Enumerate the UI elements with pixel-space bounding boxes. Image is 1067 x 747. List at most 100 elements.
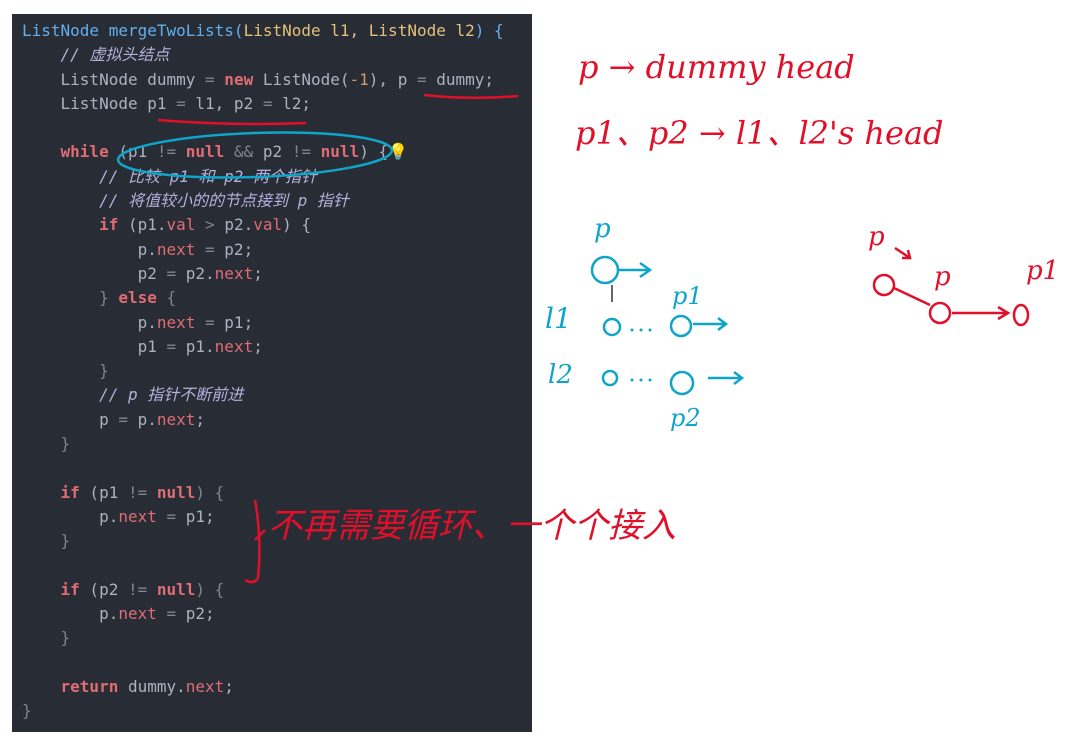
code-token: l1, p2 <box>185 93 263 113</box>
code-token: ) { <box>282 215 312 235</box>
code-token: (p1. <box>118 215 167 235</box>
code-token: } <box>22 628 71 648</box>
code-token: next <box>156 409 196 429</box>
code-token: val <box>253 215 283 235</box>
code-token: } <box>22 434 71 454</box>
code-token: if <box>22 579 80 599</box>
code-line: p.next = p2; <box>22 238 504 262</box>
blue-node-p <box>590 255 620 285</box>
code-token: else <box>118 288 157 308</box>
code-line: ListNode p1 = l1, p2 = l2; <box>22 92 504 116</box>
code-line: p = p.next; <box>22 408 504 432</box>
code-token: p. <box>22 312 157 332</box>
code-token: = <box>416 69 427 89</box>
code-token: new <box>214 69 254 89</box>
code-token: p1; <box>224 312 254 332</box>
red-node-p1 <box>1012 303 1030 327</box>
code-token: if <box>22 482 80 502</box>
code-token: p2; <box>224 239 254 259</box>
code-token: ; <box>224 677 234 697</box>
code-token: next <box>156 312 196 332</box>
code-line: p.next = p1; <box>22 311 504 335</box>
code-token: null <box>147 579 196 599</box>
code-token: null <box>176 142 225 162</box>
code-token: // 比较 p1 和 p2 两个指针 <box>22 166 318 186</box>
code-token: // p 指针不断前进 <box>22 385 244 405</box>
code-token: p2 <box>22 263 167 283</box>
label-blue-p: p <box>594 214 611 244</box>
code-token: return <box>22 677 119 697</box>
code-token: p2. <box>176 263 215 283</box>
code-token: // 将值较小的的节点接到 p 指针 <box>22 191 349 211</box>
code-line: } <box>22 432 504 456</box>
blue-node-p2 <box>669 370 695 396</box>
code-token: != <box>127 579 148 599</box>
code-editor[interactable]: ListNode mergeTwoLists(ListNode l1, List… <box>12 14 532 732</box>
code-token: = <box>156 604 186 624</box>
code-line: p1 = p1.next; <box>22 335 504 359</box>
code-token: = <box>166 336 177 356</box>
code-token: = <box>156 506 186 526</box>
code-token: val <box>166 215 196 235</box>
code-token: (p1 <box>108 142 157 162</box>
blue-node-l2-first <box>601 369 619 387</box>
code-token: next <box>185 677 225 697</box>
bracket-note: 不再需要循环、一个个接入 <box>268 506 676 546</box>
code-token: ) { <box>359 142 389 162</box>
code-token: p2; <box>185 604 215 624</box>
code-token: p2. <box>224 215 254 235</box>
code-token: if <box>22 215 119 235</box>
code-line: while (p1 != null && p2 != null) {💡 <box>22 140 504 164</box>
code-token: } <box>22 531 71 551</box>
code-token: -1 <box>349 69 369 89</box>
label-blue-p1: p1 <box>672 282 703 310</box>
code-token: != <box>127 482 148 502</box>
code-line: p.next = p2; <box>22 602 504 626</box>
code-token: ListNode dummy <box>22 69 206 89</box>
blue-node-l1-first <box>602 317 622 337</box>
code-token: != <box>156 142 177 162</box>
red-node-dummy <box>872 273 896 297</box>
code-token: next <box>214 263 254 283</box>
code-token: } <box>22 288 119 308</box>
code-token: ListNode l1, ListNode l2 <box>243 21 475 40</box>
code-token: } <box>22 361 109 381</box>
lightbulb-icon[interactable]: 💡 <box>388 142 408 161</box>
code-token: = <box>195 239 225 259</box>
code-line: // p 指针不断前进 <box>22 383 504 407</box>
code-token: p <box>22 409 119 429</box>
code-token: != <box>291 142 312 162</box>
code-token: = <box>118 409 128 429</box>
code-token: next <box>214 336 254 356</box>
code-token: { <box>156 288 177 308</box>
label-red-p-top: p <box>868 222 885 252</box>
code-token: ; <box>195 409 206 429</box>
code-line: if (p2 != null) { <box>22 578 504 602</box>
code-token: ) { <box>195 579 225 599</box>
code-token: ) { <box>474 21 504 40</box>
code-token: p. <box>22 506 119 526</box>
code-token: null <box>147 482 196 502</box>
code-token: ; <box>253 336 263 356</box>
code-token: null <box>311 142 360 162</box>
code-token: ; <box>253 263 263 283</box>
code-line: } <box>22 359 504 383</box>
code-token: = <box>195 312 225 332</box>
label-blue-p2: p2 <box>670 404 701 432</box>
code-token: = <box>205 69 215 89</box>
code-token: ListNode( <box>253 69 350 89</box>
code-line: ListNode mergeTwoLists(ListNode l1, List… <box>22 19 504 43</box>
code-token: p1; <box>185 506 215 526</box>
code-line: // 比较 p1 和 p2 两个指针 <box>22 165 504 189</box>
code-token: p. <box>127 409 157 429</box>
note-p1-p2-heads: p1、p2 → l1、l2's head <box>575 114 944 152</box>
code-token: (p1 <box>79 482 128 502</box>
label-red-p-mid: p <box>934 262 951 292</box>
code-token: } <box>22 701 32 721</box>
code-line: // 将值较小的的节点接到 p 指针 <box>22 189 504 213</box>
code-token: ListNode mergeTwoLists( <box>22 21 244 40</box>
